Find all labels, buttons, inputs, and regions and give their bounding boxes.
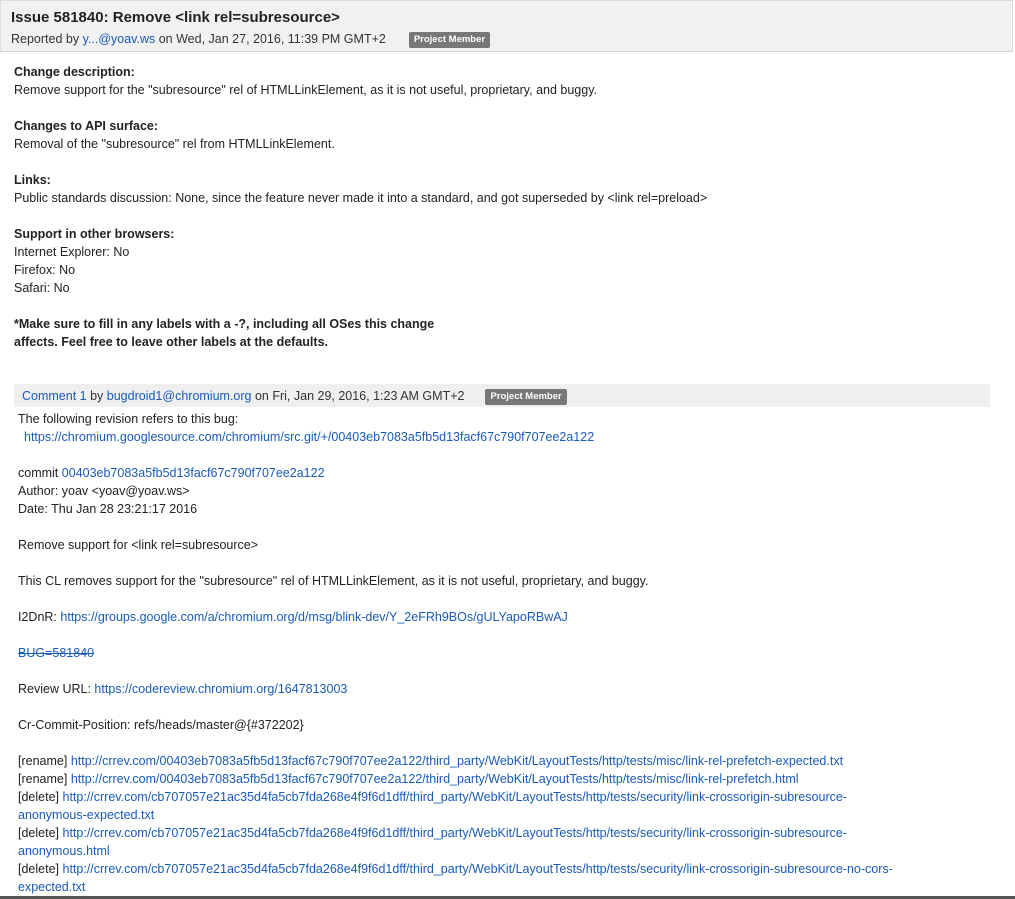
comment-link[interactable]: Comment 1 xyxy=(22,389,87,403)
review-label: Review URL: xyxy=(18,682,91,696)
bug-reference-link[interactable]: BUG=581840 xyxy=(18,646,94,660)
file-link[interactable]: http://crrev.com/cb707057e21ac35d4fa5cb7… xyxy=(63,862,893,876)
file-link-continued[interactable]: expected.txt xyxy=(18,880,85,894)
file-link-continued[interactable]: anonymous.html xyxy=(18,844,110,858)
commit-summary: Remove support for <link rel=subresource… xyxy=(18,538,259,552)
file-link[interactable]: http://crrev.com/00403eb7083a5fb5d13facf… xyxy=(71,754,843,768)
i2d-line: I2DnR: https://groups.google.com/a/chrom… xyxy=(18,608,993,626)
file-link[interactable]: http://crrev.com/00403eb7083a5fb5d13facf… xyxy=(71,772,799,786)
file-change-item: [delete] http://crrev.com/cb707057e21ac3… xyxy=(18,788,993,824)
commit-hash-link[interactable]: 00403eb7083a5fb5d13facf67c790f707ee2a122 xyxy=(62,466,325,480)
file-action: [delete] xyxy=(18,826,60,840)
api-surface-heading: Changes to API surface: xyxy=(14,119,159,133)
file-link[interactable]: http://crrev.com/cb707057e21ac35d4fa5cb7… xyxy=(63,826,847,840)
change-description-text: Remove support for the "subresource" rel… xyxy=(14,83,597,97)
browser-support-firefox: Firefox: No xyxy=(14,263,76,277)
file-action: [delete] xyxy=(18,790,60,804)
project-member-badge: Project Member xyxy=(408,32,491,48)
file-action: [rename] xyxy=(18,772,68,786)
issue-description: Change description: Remove support for t… xyxy=(14,63,994,351)
links-text: Public standards discussion: None, since… xyxy=(14,191,708,205)
browser-support-heading: Support in other browsers: xyxy=(14,227,175,241)
comment-by: by xyxy=(90,389,104,403)
comment-author-link[interactable]: bugdroid1@chromium.org xyxy=(107,389,252,403)
browser-support-ie: Internet Explorer: No xyxy=(14,245,130,259)
file-link[interactable]: http://crrev.com/cb707057e21ac35d4fa5cb7… xyxy=(63,790,847,804)
commit-date: Date: Thu Jan 28 23:21:17 2016 xyxy=(18,502,198,516)
commit-label: commit xyxy=(18,466,59,480)
file-change-item: [rename] http://crrev.com/00403eb7083a5f… xyxy=(18,770,993,788)
review-link[interactable]: https://codereview.chromium.org/16478130… xyxy=(94,682,347,696)
comment-body: The following revision refers to this bu… xyxy=(18,410,993,896)
file-change-item: [delete] http://crrev.com/cb707057e21ac3… xyxy=(18,860,993,896)
issue-title: Issue 581840: Remove <link rel=subresour… xyxy=(11,9,340,26)
revision-intro: The following revision refers to this bu… xyxy=(18,412,239,426)
comment-date: on Fri, Jan 29, 2016, 1:23 AM GMT+2 xyxy=(254,389,465,403)
browser-support-safari: Safari: No xyxy=(14,281,70,295)
revision-link[interactable]: https://chromium.googlesource.com/chromi… xyxy=(24,430,594,444)
links-heading: Links: xyxy=(14,173,51,187)
issue-header: Issue 581840: Remove <link rel=subresour… xyxy=(0,0,1013,52)
reported-prefix: Reported by xyxy=(11,32,80,46)
file-link-continued[interactable]: anonymous-expected.txt xyxy=(18,808,154,822)
commit-description: This CL removes support for the "subreso… xyxy=(18,574,649,588)
review-line: Review URL: https://codereview.chromium.… xyxy=(18,680,993,698)
comment-header: Comment 1 by bugdroid1@chromium.org on F… xyxy=(14,384,990,407)
reporter-link[interactable]: y...@yoav.ws xyxy=(83,32,156,46)
file-action: [rename] xyxy=(18,754,68,768)
i2d-link[interactable]: https://groups.google.com/a/chromium.org… xyxy=(60,610,567,624)
cr-commit-position: Cr-Commit-Position: refs/heads/master@{#… xyxy=(18,718,304,732)
reported-line: Reported by y...@yoav.ws on Wed, Jan 27,… xyxy=(11,32,491,48)
i2d-label: I2DnR: xyxy=(18,610,57,624)
file-action: [delete] xyxy=(18,862,60,876)
commit-line: commit 00403eb7083a5fb5d13facf67c790f707… xyxy=(18,464,993,482)
file-change-item: [rename] http://crrev.com/00403eb7083a5f… xyxy=(18,752,993,770)
comment-project-member-badge: Project Member xyxy=(485,389,567,405)
api-surface-text: Removal of the "subresource" rel from HT… xyxy=(14,137,335,151)
labels-note-line-2: affects. Feel free to leave other labels… xyxy=(14,335,328,349)
reported-date: on Wed, Jan 27, 2016, 11:39 PM GMT+2 xyxy=(158,32,386,46)
labels-note-line-1: *Make sure to fill in any labels with a … xyxy=(14,317,435,331)
commit-author: Author: yoav <yoav@yoav.ws> xyxy=(18,484,190,498)
change-description-heading: Change description: xyxy=(14,65,135,79)
file-change-item: [delete] http://crrev.com/cb707057e21ac3… xyxy=(18,824,993,860)
